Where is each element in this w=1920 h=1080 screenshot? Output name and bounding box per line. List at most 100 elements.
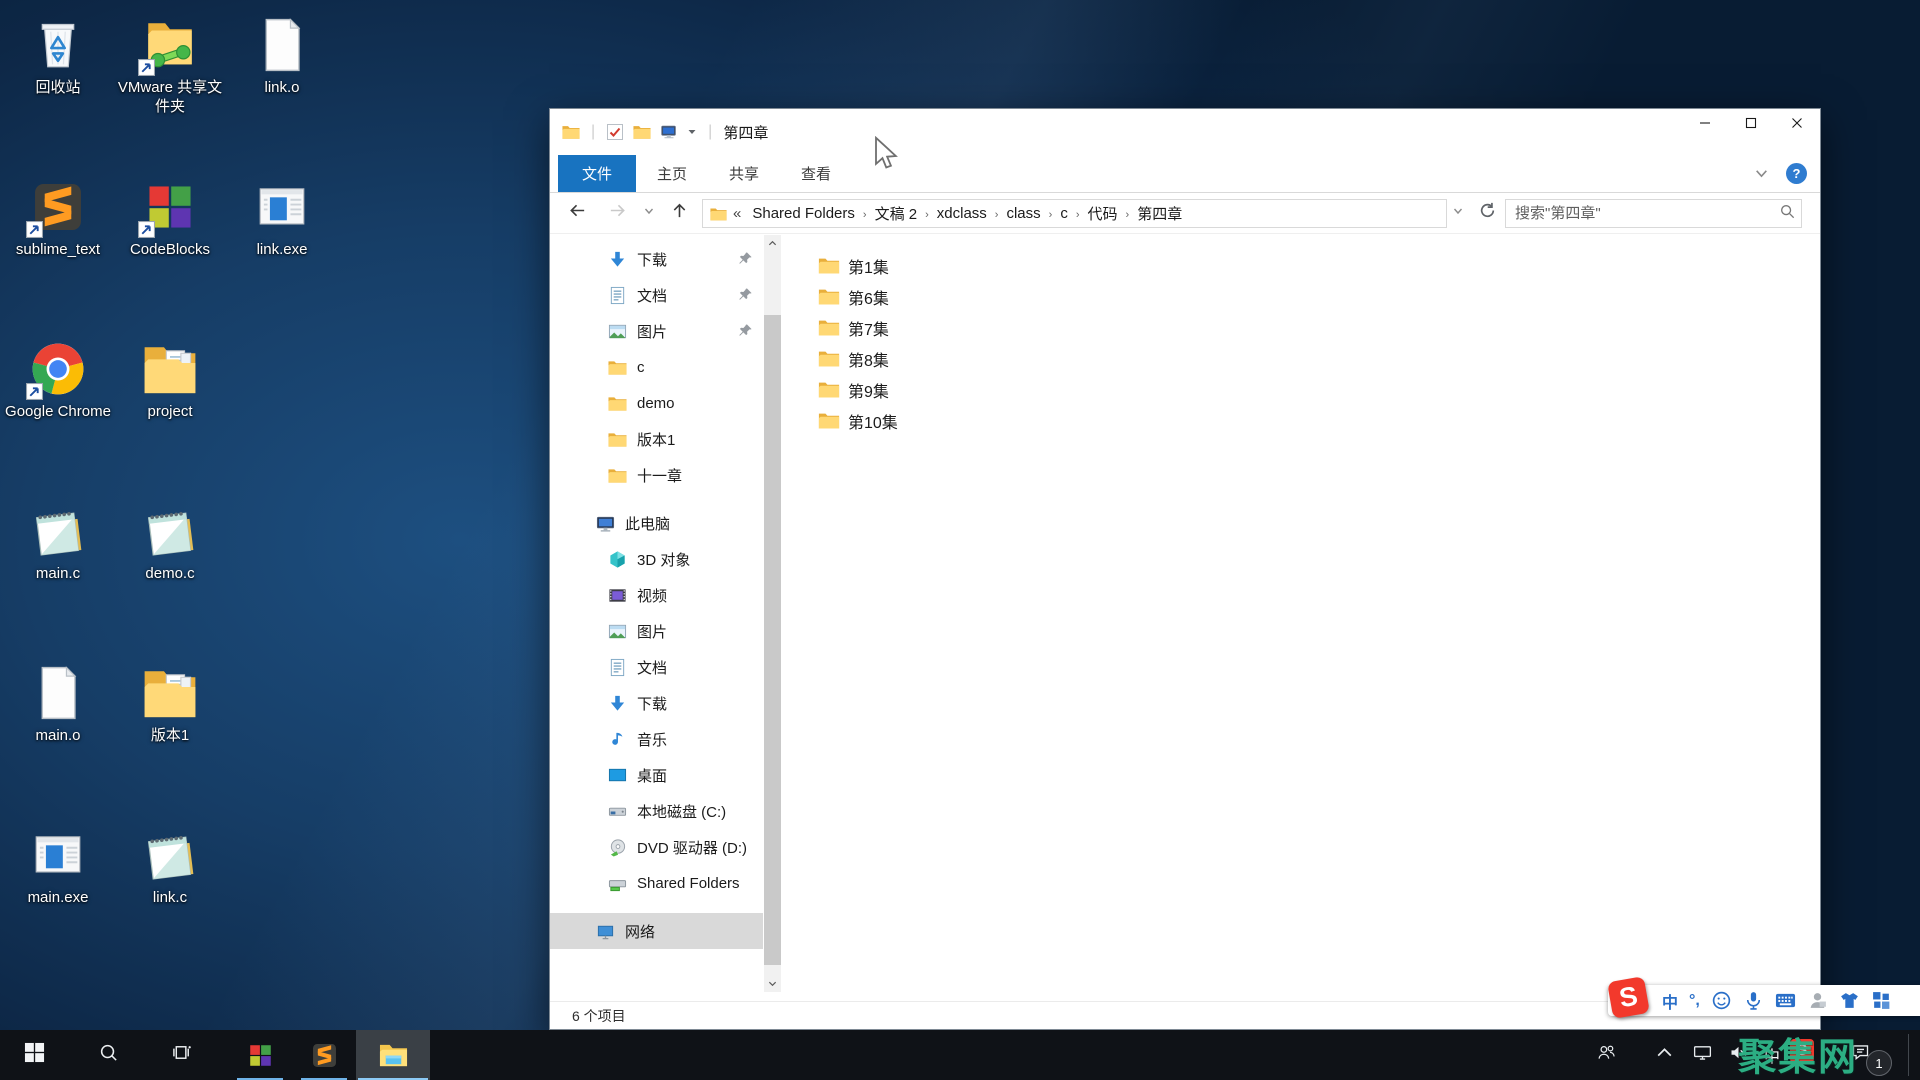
file-item-第10集[interactable]: 第10集 (818, 405, 898, 436)
nav-item-本地磁盘 (C:)[interactable]: 本地磁盘 (C:) (550, 793, 763, 829)
nav-item-版本1[interactable]: 版本1 (550, 421, 763, 457)
up-button[interactable] (664, 198, 694, 228)
breadcrumb-item-文稿 2[interactable]: 文稿 2 (868, 203, 925, 224)
desktop-icon-main.exe[interactable]: main.exe (2, 816, 114, 978)
minimize-button[interactable] (1682, 109, 1728, 140)
nav-item-音乐[interactable]: 音乐 (550, 721, 763, 757)
search-box[interactable] (1505, 199, 1802, 228)
tab-共享[interactable]: 共享 (708, 155, 780, 192)
breadcrumb-item-c[interactable]: c (1053, 205, 1075, 222)
taskbar-app-codeblocks[interactable] (228, 1030, 292, 1080)
computer-icon[interactable] (660, 123, 678, 141)
nav-item-网络[interactable]: 网络 (550, 913, 763, 949)
desktop-icon-link.o[interactable]: link.o (226, 6, 338, 168)
nav-item-demo[interactable]: demo (550, 385, 763, 421)
breadcrumb-prefix[interactable]: « (733, 205, 745, 222)
desktop-icon-回收站[interactable]: 回收站 (2, 6, 114, 168)
new-folder-icon[interactable] (633, 123, 651, 141)
desktop-icon-demo.c[interactable]: demo.c (114, 492, 226, 654)
properties-check-icon[interactable] (606, 123, 624, 141)
nav-item-DVD 驱动器 (D:)[interactable]: DVD 驱动器 (D:) (550, 829, 763, 865)
maximize-button[interactable] (1728, 109, 1774, 140)
nav-item-下载[interactable]: 下载 (550, 685, 763, 721)
nav-item-十一章[interactable]: 十一章 (550, 457, 763, 493)
nav-scrollbar[interactable] (764, 235, 781, 992)
nav-item-图片[interactable]: 图片 (550, 613, 763, 649)
nav-item-下载[interactable]: 下载 (550, 241, 763, 277)
search-input[interactable] (1506, 205, 1773, 222)
account-icon[interactable] (1807, 990, 1828, 1011)
emoji-icon[interactable] (1711, 990, 1732, 1011)
chrome-icon (26, 340, 87, 400)
file-item-第6集[interactable]: 第6集 (818, 281, 898, 312)
refresh-button[interactable] (1474, 198, 1500, 228)
breadcrumb-item-xdclass[interactable]: xdclass (930, 205, 994, 222)
scrollbar-thumb[interactable] (764, 315, 781, 965)
back-button[interactable] (562, 198, 592, 228)
title-bar[interactable]: | | 第四章 (550, 109, 1820, 155)
scroll-up-arrow[interactable] (764, 235, 781, 252)
qat-dropdown-icon[interactable] (687, 127, 697, 137)
desktop-icon-link.exe[interactable]: link.exe (226, 168, 338, 330)
tab-主页[interactable]: 主页 (636, 155, 708, 192)
desktop-icon-版本1[interactable]: 版本1 (114, 654, 226, 816)
expand-ribbon-icon[interactable] (1754, 166, 1769, 181)
close-button[interactable] (1774, 109, 1820, 140)
nav-item-文档[interactable]: 文档 (550, 649, 763, 685)
people-button[interactable] (1592, 1030, 1620, 1080)
file-item-第7集[interactable]: 第7集 (818, 312, 898, 343)
network-display-tray-icon[interactable] (1688, 1030, 1716, 1080)
nav-item-文档[interactable]: 文档 (550, 277, 763, 313)
search-icon[interactable] (1773, 200, 1801, 227)
taskbar-app-sublime-text[interactable] (292, 1030, 356, 1080)
nav-item-此电脑[interactable]: 此电脑 (550, 505, 763, 541)
breadcrumb-item-Shared Folders[interactable]: Shared Folders (745, 205, 862, 222)
microphone-icon[interactable] (1743, 990, 1764, 1011)
desktop-icon-main.o[interactable]: main.o (2, 654, 114, 816)
scroll-down-arrow[interactable] (764, 975, 781, 992)
nav-item-桌面[interactable]: 桌面 (550, 757, 763, 793)
nav-item-label: 网络 (625, 923, 656, 941)
taskbar-search-button[interactable] (84, 1030, 132, 1080)
file-list-pane[interactable]: 第1集第6集第7集 第8集 第9集 第10集 (786, 235, 1820, 1001)
forward-button[interactable] (602, 198, 632, 228)
desktop-icon-CodeBlocks[interactable]: CodeBlocks (114, 168, 226, 330)
show-desktop-strip[interactable] (1908, 1034, 1909, 1076)
desktop-icon-link.c[interactable]: link.c (114, 816, 226, 978)
sogou-logo-icon[interactable]: S (1607, 976, 1650, 1019)
help-button[interactable]: ? (1786, 163, 1807, 184)
file-blank-icon (29, 664, 87, 722)
desktop-icon-project[interactable]: project (114, 330, 226, 492)
nav-item-c[interactable]: c (550, 349, 763, 385)
tray-overflow-button[interactable] (1650, 1030, 1678, 1080)
tab-文件[interactable]: 文件 (558, 155, 637, 192)
file-item-第1集[interactable]: 第1集 (818, 250, 898, 281)
desktop-icon-VMware 共享文件夹[interactable]: VMware 共享文件夹 (114, 6, 226, 168)
toolbox-icon[interactable] (1871, 990, 1892, 1011)
ime-punctuation-button[interactable]: °, (1689, 990, 1700, 1011)
breadcrumb-item-第四章[interactable]: 第四章 (1130, 203, 1189, 224)
desktop-icon-Google Chrome[interactable]: Google Chrome (2, 330, 114, 492)
file-item-第9集[interactable]: 第9集 (818, 374, 898, 405)
ime-chinese-mode-button[interactable]: 中 (1662, 990, 1678, 1012)
breadcrumb-item-class[interactable]: class (999, 205, 1047, 222)
tab-查看[interactable]: 查看 (780, 155, 852, 192)
recent-locations-button[interactable] (638, 198, 660, 228)
nav-item-视频[interactable]: 视频 (550, 577, 763, 613)
nav-item-图片[interactable]: 图片 (550, 313, 763, 349)
file-item-label: 第6集 (848, 290, 889, 308)
keyboard-icon[interactable] (1775, 990, 1796, 1011)
address-dropdown-button[interactable] (1446, 198, 1470, 228)
taskbar-app-file-explorer[interactable] (356, 1030, 430, 1080)
forward-icon (608, 201, 627, 225)
nav-item-Shared Folders[interactable]: Shared Folders (550, 865, 763, 901)
address-bar[interactable]: « Shared Folders › 文稿 2 › xdclass › class › c › 代码… (702, 199, 1447, 228)
task-view-button[interactable] (158, 1030, 206, 1080)
file-item-第8集[interactable]: 第8集 (818, 343, 898, 374)
nav-item-3D 对象[interactable]: 3D 对象 (550, 541, 763, 577)
desktop-icon-sublime_text[interactable]: sublime_text (2, 168, 114, 330)
breadcrumb-item-代码[interactable]: 代码 (1081, 203, 1125, 224)
start-button[interactable] (10, 1030, 58, 1080)
desktop-icon-main.c[interactable]: main.c (2, 492, 114, 654)
skin-icon[interactable] (1839, 990, 1860, 1011)
